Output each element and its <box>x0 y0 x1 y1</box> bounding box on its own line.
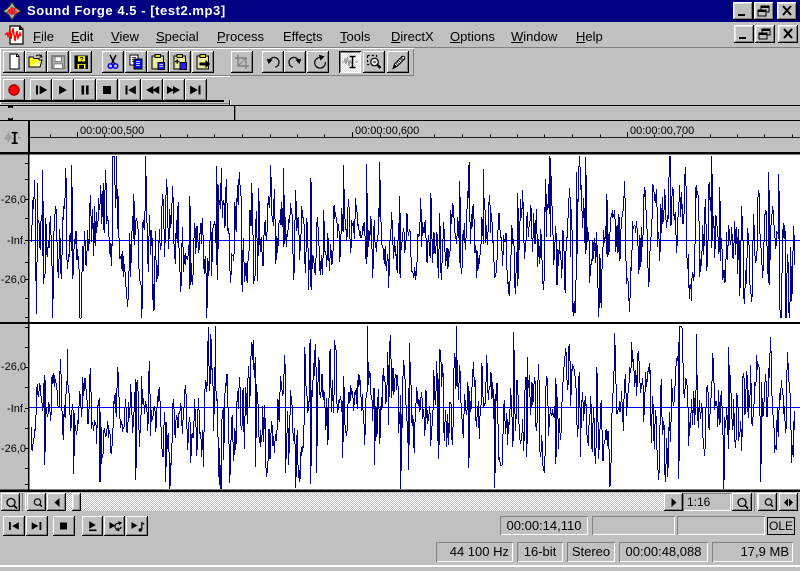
svg-text:00:00:00,500: 00:00:00,500 <box>80 125 144 137</box>
svg-text:-26,0: -26,0 <box>1 274 26 286</box>
svg-text:00:00:00,600: 00:00:00,600 <box>355 125 419 137</box>
svg-text:-Inf.: -Inf. <box>7 235 26 247</box>
svg-text:-Inf.: -Inf. <box>7 403 26 415</box>
svg-text:-26,0: -26,0 <box>1 194 26 206</box>
svg-text:00:00:00,700: 00:00:00,700 <box>630 125 694 137</box>
svg-text:45: 45 <box>7 7 18 18</box>
svg-text:-26,0: -26,0 <box>1 443 26 455</box>
svg-text:?: ? <box>79 55 84 64</box>
svg-text:-26,0: -26,0 <box>1 361 26 373</box>
